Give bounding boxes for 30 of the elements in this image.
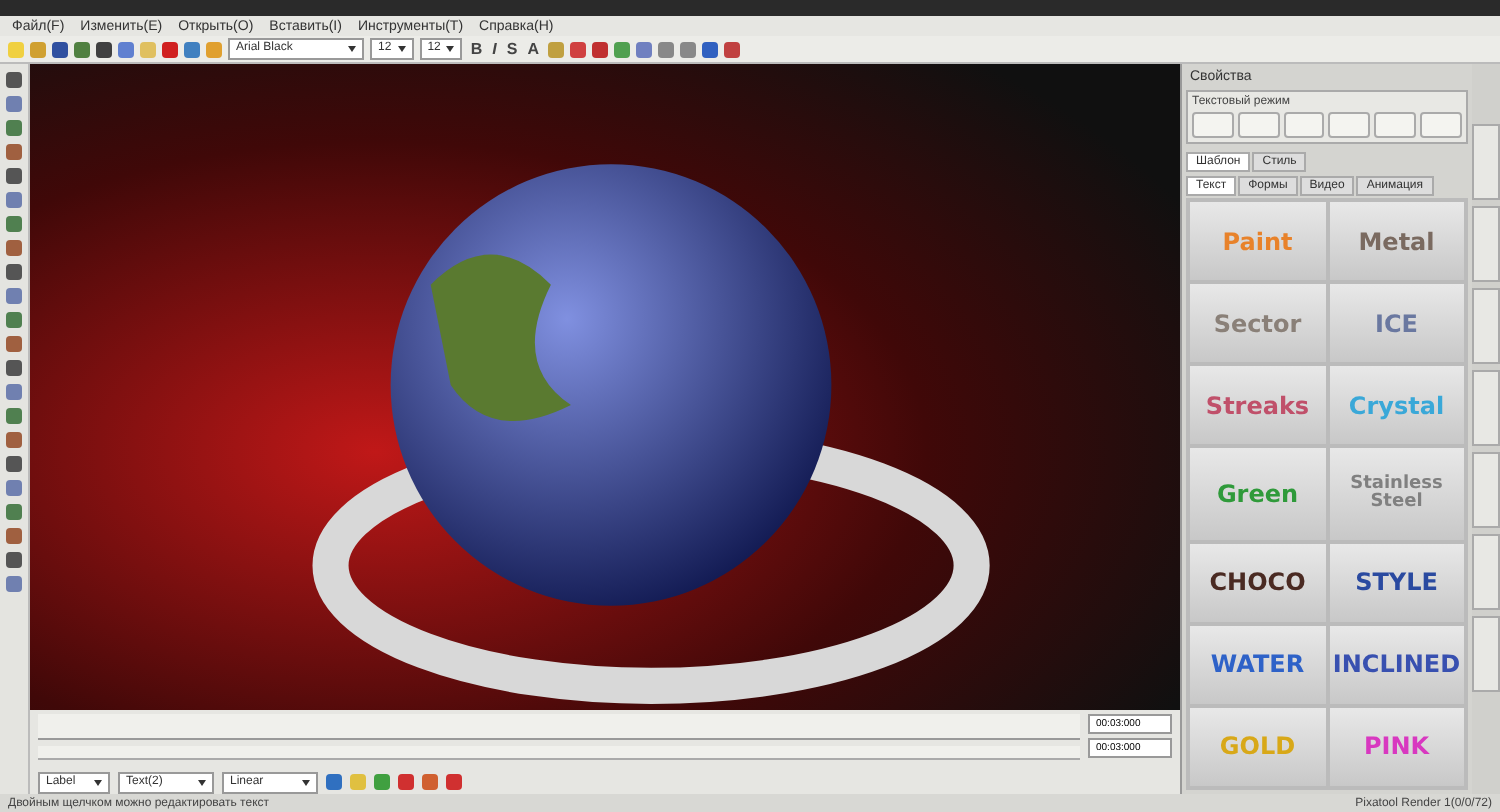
style-thumbnail[interactable]: STYLE <box>1329 543 1464 622</box>
caret-icon <box>397 46 406 52</box>
mode-button[interactable] <box>1420 112 1462 138</box>
style-thumbnail[interactable]: Metal <box>1329 202 1464 281</box>
side-tab[interactable] <box>1472 206 1500 282</box>
format-button[interactable]: A <box>525 40 542 58</box>
style-thumbnail[interactable]: CHOCO <box>1190 543 1325 622</box>
mode-button[interactable] <box>1283 112 1325 138</box>
side-tab[interactable] <box>1472 616 1500 692</box>
caret-icon <box>94 779 102 785</box>
format-button[interactable]: B <box>468 40 485 58</box>
side-tab[interactable] <box>1472 288 1500 364</box>
format-button[interactable]: I <box>490 40 499 58</box>
side-tab[interactable] <box>1472 534 1500 610</box>
caret-icon <box>348 46 356 52</box>
mode-button[interactable] <box>1328 112 1371 138</box>
caret-icon <box>446 46 455 52</box>
side-tab[interactable] <box>1472 452 1500 528</box>
format-button[interactable]: S <box>504 40 520 58</box>
caret-icon <box>302 779 310 785</box>
style-thumbnail[interactable]: INCLINED <box>1329 625 1464 704</box>
timeline-ruler[interactable] <box>38 714 1080 740</box>
mode-button[interactable] <box>1237 112 1280 138</box>
side-tab[interactable] <box>1472 124 1500 200</box>
mode-button[interactable] <box>1192 112 1234 138</box>
timeline-track[interactable] <box>38 746 1080 760</box>
caret-icon <box>198 779 206 785</box>
side-tab[interactable] <box>1472 370 1500 446</box>
mode-button[interactable] <box>1374 112 1417 138</box>
style-thumbnail[interactable]: WATER <box>1190 625 1325 704</box>
